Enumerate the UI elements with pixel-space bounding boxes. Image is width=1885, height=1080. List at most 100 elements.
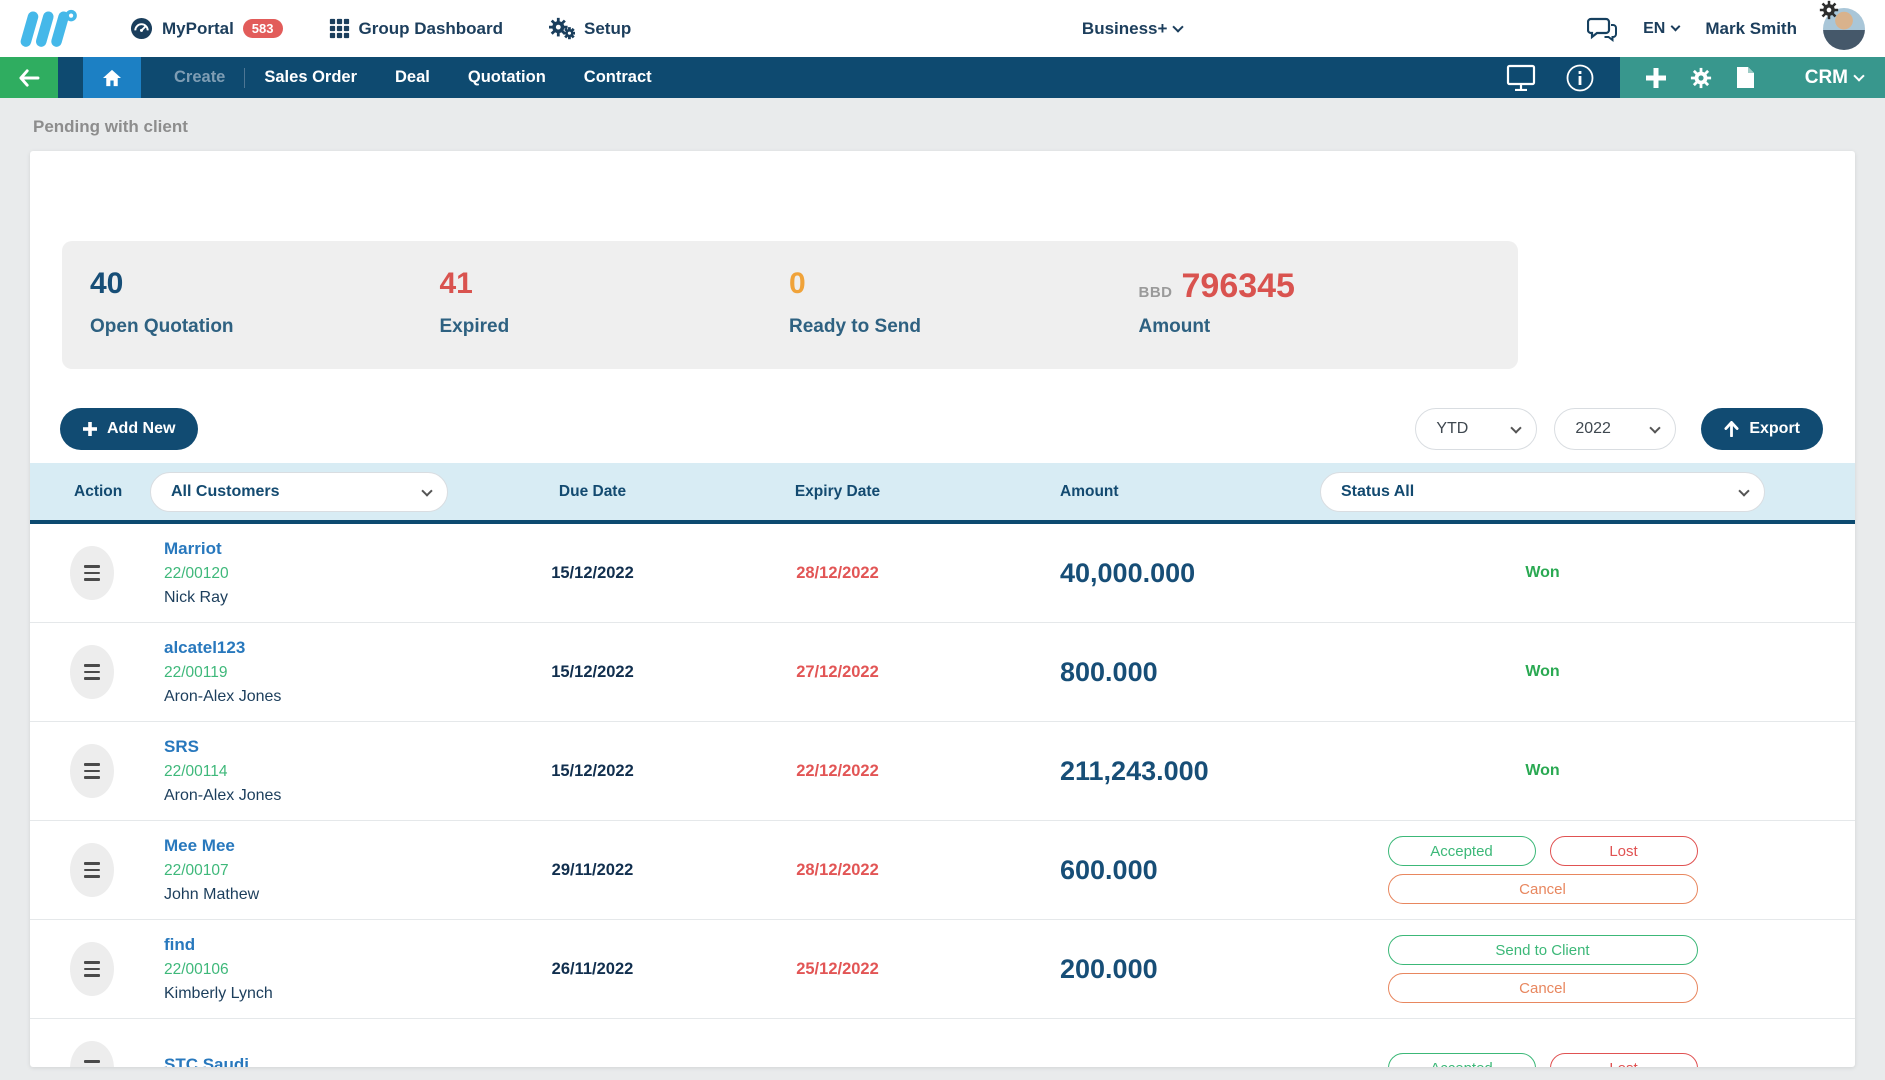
module-selector[interactable]: CRM: [1805, 67, 1863, 89]
stat-open-quotation: 40 Open Quotation: [90, 267, 440, 369]
status-badge: Won: [1260, 564, 1825, 582]
row-menu-button[interactable]: [70, 942, 114, 996]
contact-name: Nick Ray: [164, 589, 470, 607]
stat-amount: BBD 796345 Amount: [1139, 267, 1489, 369]
currency-code: BBD: [1139, 284, 1173, 301]
expiry-date: 27/12/2022: [715, 663, 960, 682]
status-filter-select[interactable]: Status All: [1320, 472, 1765, 512]
chevron-down-icon: [1650, 422, 1661, 433]
customer-link[interactable]: STC Saudi: [164, 1055, 470, 1067]
gear-icon[interactable]: [1819, 0, 1839, 20]
home-button[interactable]: [83, 57, 141, 98]
content-card: 40 Open Quotation 41 Expired 0 Ready to …: [30, 151, 1855, 1067]
language-selector[interactable]: EN: [1643, 20, 1679, 38]
stat-label: Ready to Send: [789, 316, 1139, 338]
table-row: STC Saudi Accepted Lost: [30, 1019, 1855, 1067]
table-toolbar: Add New YTD 2022 Export: [60, 408, 1823, 450]
status-badge: Won: [1260, 663, 1825, 681]
row-menu-button[interactable]: [70, 744, 114, 798]
amount-value: 211,243.000: [960, 756, 1260, 787]
info-icon[interactable]: [1566, 64, 1594, 92]
add-new-button[interactable]: Add New: [60, 408, 198, 450]
nav-contract[interactable]: Contract: [565, 68, 671, 87]
customer-link[interactable]: Marriot: [164, 539, 470, 559]
amount-value: 40,000.000: [960, 558, 1260, 589]
send-to-client-button[interactable]: Send to Client: [1388, 935, 1698, 965]
customer-link[interactable]: find: [164, 935, 470, 955]
row-menu-button[interactable]: [70, 645, 114, 699]
cancel-button[interactable]: Cancel: [1388, 874, 1698, 904]
amount-value: 800.000: [960, 657, 1260, 688]
home-icon: [102, 69, 122, 87]
back-button[interactable]: [0, 57, 58, 98]
stat-ready-to-send: 0 Ready to Send: [789, 267, 1139, 369]
gear-icon[interactable]: [1690, 67, 1712, 89]
module-nav-bar: Create Sales Order Deal Quotation Contra…: [0, 57, 1885, 98]
period-value: YTD: [1436, 420, 1468, 438]
col-due-date: Due Date: [470, 483, 715, 501]
quotation-number: 22/00119: [164, 664, 470, 682]
nav-deal[interactable]: Deal: [376, 68, 449, 87]
nav-group-dashboard-label: Group Dashboard: [359, 19, 504, 39]
row-menu-button[interactable]: [70, 843, 114, 897]
amount-value: 200.000: [960, 954, 1260, 985]
expiry-date: 28/12/2022: [715, 861, 960, 880]
customer-link[interactable]: Mee Mee: [164, 836, 470, 856]
customer-link[interactable]: SRS: [164, 737, 470, 757]
export-label: Export: [1749, 420, 1800, 438]
chevron-down-icon: [421, 485, 432, 496]
chevron-down-icon: [1173, 21, 1184, 32]
back-arrow-icon: [18, 69, 40, 87]
dashboard-gauge-icon: [130, 17, 153, 40]
cancel-button[interactable]: Cancel: [1388, 973, 1698, 1003]
lost-button[interactable]: Lost: [1550, 836, 1698, 866]
col-action: Action: [60, 483, 150, 501]
stat-value: 41: [440, 267, 790, 301]
w-logo-icon: [20, 7, 82, 51]
user-avatar[interactable]: [1823, 8, 1865, 50]
accepted-button[interactable]: Accepted: [1388, 1053, 1536, 1067]
accepted-button[interactable]: Accepted: [1388, 836, 1536, 866]
row-menu-button[interactable]: [70, 1041, 114, 1067]
stats-panel: 40 Open Quotation 41 Expired 0 Ready to …: [62, 241, 1518, 369]
due-date: 26/11/2022: [470, 960, 715, 979]
due-date: 29/11/2022: [470, 861, 715, 880]
chevron-down-icon: [1738, 485, 1749, 496]
status-filter-value: Status All: [1341, 483, 1414, 501]
year-select[interactable]: 2022: [1554, 408, 1676, 450]
table-row: alcatel123 22/00119 Aron-Alex Jones 15/1…: [30, 623, 1855, 722]
row-menu-button[interactable]: [70, 546, 114, 600]
page-title: Pending with client: [0, 98, 1885, 137]
period-select[interactable]: YTD: [1415, 408, 1537, 450]
stat-expired: 41 Expired: [440, 267, 790, 369]
expiry-date: 28/12/2022: [715, 564, 960, 583]
plus-icon[interactable]: [1646, 68, 1666, 88]
plus-icon: [83, 422, 97, 436]
chat-icon[interactable]: [1587, 16, 1617, 42]
nav-myportal[interactable]: MyPortal 583: [130, 17, 283, 40]
nav-setup[interactable]: Setup: [549, 17, 631, 41]
year-value: 2022: [1575, 420, 1611, 438]
status-badge: Won: [1260, 762, 1825, 780]
customer-link[interactable]: alcatel123: [164, 638, 470, 658]
table-row: Mee Mee 22/00107 John Mathew 29/11/2022 …: [30, 821, 1855, 920]
chevron-down-icon: [1511, 422, 1522, 433]
nav-quotation[interactable]: Quotation: [449, 68, 565, 87]
quotation-number: 22/00106: [164, 961, 470, 979]
expiry-date: 22/12/2022: [715, 762, 960, 781]
stat-value: 0: [789, 267, 1139, 301]
expiry-date: 25/12/2022: [715, 960, 960, 979]
plan-selector[interactable]: Business+: [1082, 19, 1183, 39]
export-button[interactable]: Export: [1701, 408, 1823, 450]
stat-value: 40: [90, 267, 440, 301]
monitor-icon[interactable]: [1506, 64, 1536, 91]
nav-group-dashboard[interactable]: Group Dashboard: [329, 18, 504, 39]
table-row: SRS 22/00114 Aron-Alex Jones 15/12/2022 …: [30, 722, 1855, 821]
nav-sales-order[interactable]: Sales Order: [245, 68, 376, 87]
due-date: 15/12/2022: [470, 564, 715, 583]
lost-button[interactable]: Lost: [1550, 1053, 1698, 1067]
customers-filter-select[interactable]: All Customers: [150, 472, 448, 512]
brand-logo[interactable]: [20, 7, 82, 51]
document-icon[interactable]: [1736, 66, 1755, 89]
amount-value: 600.000: [960, 855, 1260, 886]
